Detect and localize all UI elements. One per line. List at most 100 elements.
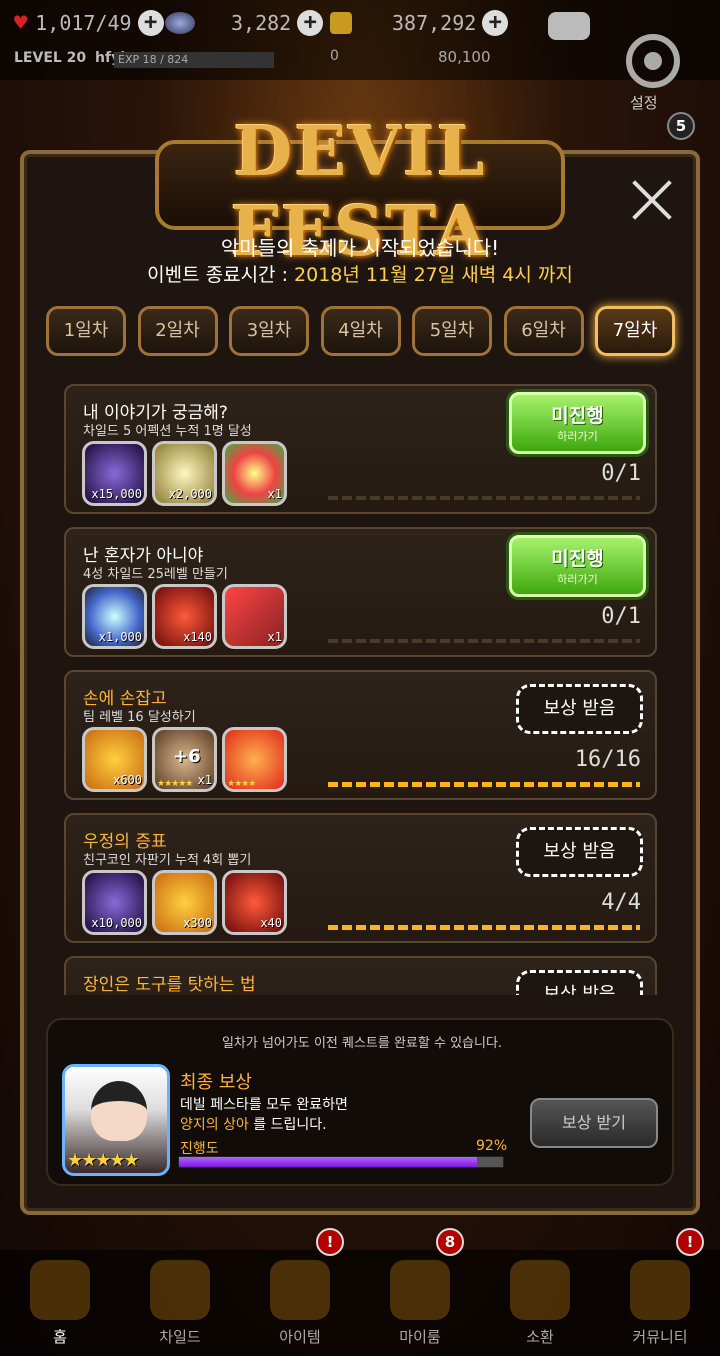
quest-progress: 0/1: [601, 604, 641, 629]
nav-myroom[interactable]: 마이룸 8: [360, 1228, 480, 1356]
item-count: x1: [197, 773, 212, 787]
myroom-icon: [390, 1260, 450, 1320]
reward-item[interactable]: +6 ★★★★★ x1: [152, 727, 217, 792]
quest-description: 4성 차일드 25레벨 만들기: [83, 567, 228, 582]
tab-day-1[interactable]: 1일차: [46, 306, 126, 356]
tab-day-7[interactable]: 7일차: [595, 306, 675, 356]
gold-icon: [330, 12, 352, 34]
quest-progress: 4/4: [601, 890, 641, 915]
progress-fill: [179, 1157, 478, 1167]
final-desc-line2: 양지의 상아 를 드립니다.: [180, 1117, 327, 1133]
final-desc-line1: 데빌 페스타를 모두 완료하면: [180, 1097, 348, 1113]
player-level: LEVEL 20 hfyh: [14, 50, 131, 66]
nav-badge: 8: [436, 1228, 464, 1256]
tab-day-2[interactable]: 2일차: [137, 306, 218, 356]
gold-counter: 387,292 +: [330, 8, 509, 38]
tab-day-6[interactable]: 6일차: [503, 306, 584, 356]
final-title: 최종 보상: [180, 1072, 252, 1093]
close-icon[interactable]: [630, 178, 674, 222]
nav-label: 소환: [526, 1328, 554, 1346]
hearts-counter: ♥ 1,017/49 +: [14, 8, 164, 38]
final-note: 일차가 넘어가도 이전 퀘스트를 완료할 수 있습니다.: [221, 1036, 503, 1051]
nav-home[interactable]: 홈: [0, 1250, 120, 1356]
go-quest-button[interactable]: 미진행 하러가기: [509, 535, 646, 597]
final-reward-panel: 일차가 넘어가도 이전 퀘스트를 완료할 수 있습니다. ★★★★★ 최종 보상…: [46, 1018, 674, 1186]
progress-value: 92%: [476, 1138, 508, 1154]
home-icon: [30, 1260, 90, 1320]
item-stars: ★★★★: [227, 779, 256, 789]
quest-card: 내 이야기가 궁금해? 차일드 5 어펙션 누적 1명 달성 x15,000 x2,0…: [64, 384, 657, 514]
tab-day-3[interactable]: 3일차: [229, 306, 309, 356]
add-gems-button[interactable]: +: [297, 10, 324, 36]
item-count: x2,000: [168, 487, 212, 501]
item-count: x300: [183, 916, 212, 930]
nav-label: 차일드: [159, 1328, 201, 1346]
quest-card: 장인은 도구를 탓하는 법아이템 강화 누적 30회 하기보상 받음: [64, 956, 657, 995]
nav-label: 커뮤니티: [632, 1328, 688, 1346]
child-icon: [150, 1260, 210, 1320]
claim-final-reward-button[interactable]: 보상 받기: [530, 1098, 658, 1148]
settings-label: 설정: [630, 94, 658, 112]
tab-day-5[interactable]: 5일차: [412, 306, 492, 356]
reward-item[interactable]: x300: [152, 870, 217, 935]
add-gold-button[interactable]: +: [482, 10, 509, 36]
settings-gear-icon[interactable]: [626, 34, 680, 88]
reward-claimed-button[interactable]: 보상 받음: [516, 827, 643, 877]
reward-item[interactable]: x10,000: [82, 870, 147, 935]
reward-item[interactable]: x2,000: [152, 441, 217, 506]
gem-icon: [165, 12, 195, 34]
bottom-nav: 홈 차일드 아이템! 마이룸 8 소환 커뮤니티!: [0, 1228, 720, 1356]
nav-label: 아이템: [279, 1328, 321, 1346]
nav-child[interactable]: 차일드: [120, 1250, 240, 1356]
item-count: x40: [260, 916, 282, 930]
event-title-logo: DEVIL FESTA: [230, 112, 490, 272]
character-portrait: ★★★★★: [62, 1064, 170, 1176]
quest-progress-bar: [328, 639, 640, 643]
item-icon: [270, 1260, 330, 1320]
go-quest-button[interactable]: 미진행 하러가기: [509, 392, 646, 454]
resource-2-value: 0: [330, 48, 339, 64]
item-count: x600: [113, 773, 142, 787]
quest-description: 친구코인 자판기 누적 4회 뽑기: [83, 853, 252, 868]
item-count: x1,000: [98, 630, 142, 644]
add-hearts-button[interactable]: +: [137, 10, 164, 36]
portrait-stars: ★★★★★: [67, 1150, 140, 1171]
exp-bar: EXP 18 / 824: [114, 52, 274, 68]
heart-icon: ♥: [14, 10, 28, 36]
reward-item[interactable]: x1: [222, 584, 287, 649]
tab-day-4[interactable]: 4일차: [320, 306, 401, 356]
reward-item[interactable]: x1,000: [82, 584, 147, 649]
nav-community[interactable]: 커뮤니티!: [600, 1228, 720, 1356]
progress-label: 진행도: [180, 1141, 219, 1157]
gems-counter: 3,282 +: [165, 8, 324, 38]
reward-item[interactable]: ★★★★: [222, 727, 287, 792]
item-count: x10,000: [91, 916, 142, 930]
chat-icon[interactable]: [548, 12, 590, 40]
quest-description: 아이템 강화 누적 30회 하기: [83, 992, 236, 995]
quest-card: 손에 손잡고 팀 레벨 16 달성하기 x600 +6 ★★★★★ x1 ★★★★ 보상 받음…: [64, 670, 657, 800]
quest-list[interactable]: 내 이야기가 궁금해? 차일드 5 어펙션 누적 1명 달성 x15,000 x2,0…: [50, 370, 670, 995]
community-icon: [630, 1260, 690, 1320]
reward-item[interactable]: x140: [152, 584, 217, 649]
nav-item[interactable]: 아이템!: [240, 1228, 360, 1356]
quest-card: 난 혼자가 아니야 4성 차일드 25레벨 만들기 x1,000 x140 x1 미진행 하…: [64, 527, 657, 657]
reward-item[interactable]: x600: [82, 727, 147, 792]
event-screen: ♥ 1,017/49 + 3,282 + 387,292 + LEVEL 20 …: [0, 0, 720, 1356]
reward-item[interactable]: x40: [222, 870, 287, 935]
nav-badge: !: [676, 1228, 704, 1256]
item-count: x1: [267, 630, 282, 644]
quest-description: 차일드 5 어펙션 누적 1명 달성: [83, 424, 252, 439]
reward-item[interactable]: x15,000: [82, 441, 147, 506]
reward-item[interactable]: x1: [222, 441, 287, 506]
quest-progress-bar: [328, 496, 640, 500]
nav-summon[interactable]: 소환: [480, 1250, 600, 1356]
nav-badge: !: [316, 1228, 344, 1256]
reward-claimed-button[interactable]: 보상 받음: [516, 684, 643, 734]
settings-badge: 5: [667, 112, 695, 140]
quest-progress: 16/16: [574, 747, 641, 772]
quest-description: 팀 레벨 16 달성하기: [83, 710, 196, 725]
top-resource-bar: ♥ 1,017/49 + 3,282 + 387,292 + LEVEL 20 …: [0, 0, 720, 80]
event-period: 이벤트 종료시간 : 2018년 11월 27일 새벽 4시 까지: [147, 264, 573, 286]
reward-claimed-button[interactable]: 보상 받음: [516, 970, 643, 995]
nav-label: 마이룸: [399, 1328, 441, 1346]
